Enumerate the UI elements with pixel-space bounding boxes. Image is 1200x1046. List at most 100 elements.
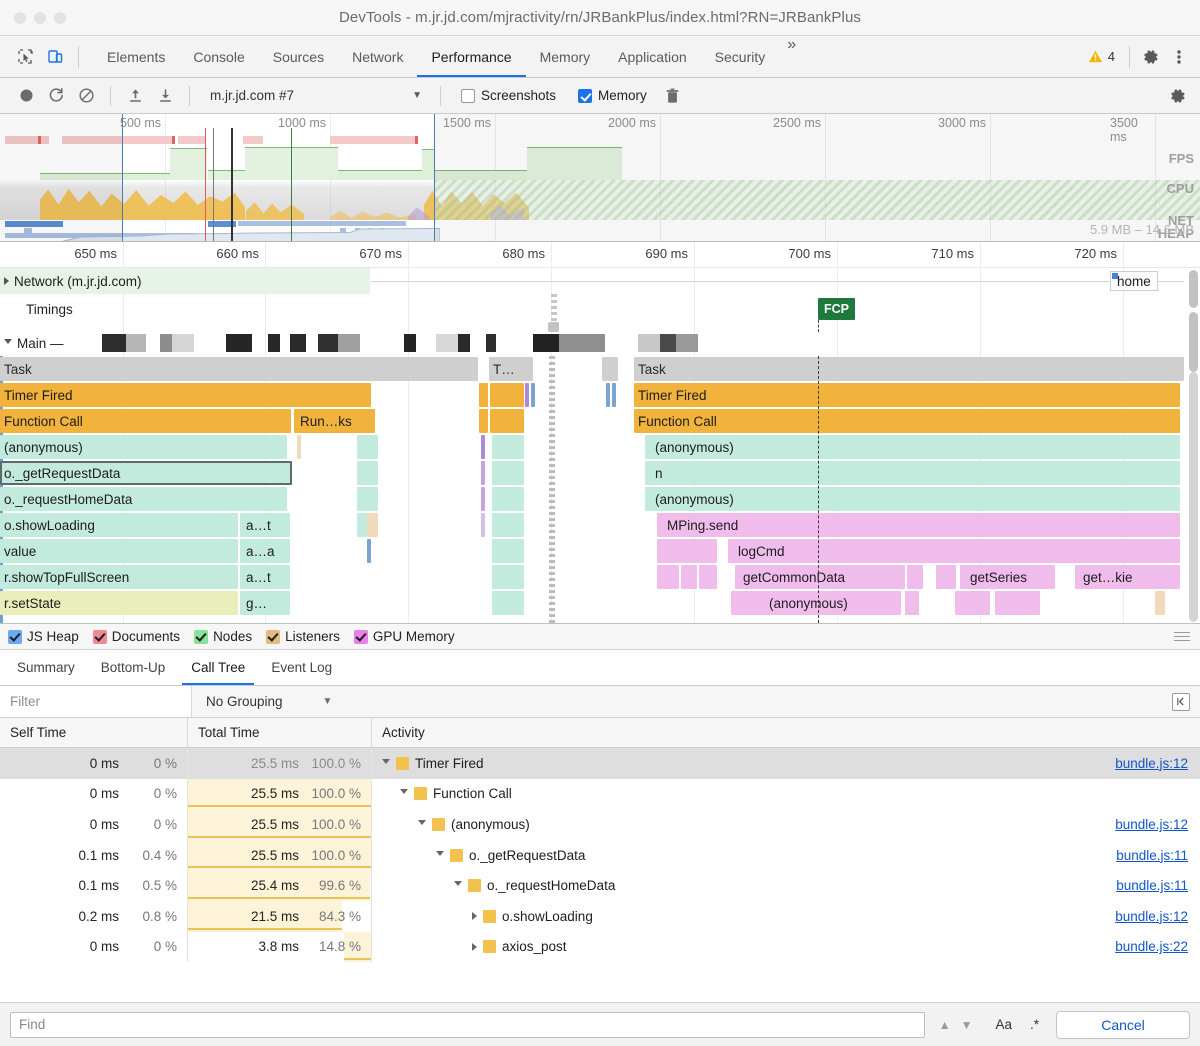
activity-cell[interactable]: axios_post — [372, 939, 567, 954]
flame-bar[interactable] — [490, 409, 524, 433]
flame-chart[interactable]: 650 ms 660 ms 670 ms 680 ms 690 ms 700 m… — [0, 242, 1200, 624]
tab-performance[interactable]: Performance — [417, 36, 526, 77]
flame-bar[interactable] — [612, 383, 616, 407]
flame-bar[interactable] — [492, 461, 524, 485]
flame-scrollbar-thumb[interactable] — [1189, 312, 1198, 372]
flame-bar[interactable] — [531, 383, 535, 407]
flame-bar[interactable]: getSeries — [960, 565, 1055, 589]
flame-bar[interactable] — [955, 591, 990, 615]
match-case-button[interactable]: Aa — [986, 1017, 1021, 1032]
tab-network[interactable]: Network — [338, 36, 417, 77]
grouping-selector[interactable]: No Grouping ▼ — [192, 694, 346, 709]
more-tabs-icon[interactable]: » — [779, 36, 804, 77]
flame-bar[interactable] — [481, 435, 485, 459]
memory-series-nodes[interactable]: Nodes — [194, 629, 252, 644]
upload-profile-icon[interactable] — [121, 83, 149, 109]
flame-bar[interactable] — [699, 565, 717, 589]
flame-bar[interactable]: T… — [489, 357, 533, 381]
flame-bar[interactable] — [657, 539, 717, 563]
timings-track[interactable]: Timings FCP — [0, 294, 1200, 332]
flame-bar[interactable]: (anonymous) — [731, 591, 901, 615]
column-header-total-time[interactable]: Total Time — [188, 718, 372, 747]
flame-bar[interactable] — [492, 591, 524, 615]
close-window-button[interactable] — [14, 11, 26, 24]
flame-bar[interactable]: a…t — [240, 565, 290, 589]
flame-bar[interactable]: (anonymous) — [645, 435, 1180, 459]
flame-bar[interactable]: g… — [240, 591, 290, 615]
flame-bar[interactable] — [492, 435, 524, 459]
cancel-button[interactable]: Cancel — [1056, 1010, 1190, 1039]
flame-bar[interactable] — [492, 487, 524, 511]
cursor-select-icon[interactable] — [12, 44, 38, 70]
flame-bar[interactable] — [602, 357, 618, 381]
expand-triangle-icon[interactable] — [472, 912, 477, 921]
source-link[interactable]: bundle.js:11 — [1116, 878, 1188, 893]
activity-cell[interactable]: Timer Fired — [372, 756, 484, 771]
flame-bar[interactable] — [357, 461, 378, 485]
expand-triangle-icon[interactable] — [472, 942, 477, 951]
flame-bar[interactable] — [907, 565, 923, 589]
source-link[interactable]: bundle.js:12 — [1115, 817, 1188, 832]
source-link[interactable]: bundle.js:12 — [1115, 909, 1188, 924]
table-row[interactable]: 0.1 ms 0.5 % 25.4 ms 99.6 % o._requestHo… — [0, 870, 1200, 901]
flame-bar[interactable]: Task — [0, 357, 478, 381]
minimize-window-button[interactable] — [34, 11, 46, 24]
tab-call-tree[interactable]: Call Tree — [178, 650, 258, 685]
flame-bar[interactable] — [1155, 591, 1165, 615]
flame-bar[interactable]: get…kie — [1075, 565, 1180, 589]
tab-memory[interactable]: Memory — [526, 36, 605, 77]
trash-icon[interactable] — [659, 83, 687, 109]
flame-bar[interactable] — [995, 591, 1040, 615]
tab-event-log[interactable]: Event Log — [258, 650, 345, 685]
collapse-sidebar-icon[interactable] — [1172, 692, 1190, 711]
flame-bar[interactable] — [357, 513, 367, 537]
tab-elements[interactable]: Elements — [93, 36, 179, 77]
flame-bar[interactable]: a…a — [240, 539, 290, 563]
source-link[interactable]: bundle.js:12 — [1115, 756, 1188, 771]
flame-bar[interactable]: r.setState — [0, 591, 238, 615]
chevron-down-icon[interactable]: ▼ — [961, 1018, 973, 1032]
chevron-up-icon[interactable]: ▲ — [939, 1018, 951, 1032]
filter-input[interactable] — [0, 686, 192, 717]
flame-bar[interactable] — [479, 383, 488, 407]
flame-bar[interactable]: (anonymous) — [0, 435, 287, 459]
flame-bar[interactable]: MPing.send — [657, 513, 1180, 537]
flame-bar[interactable]: Function Call — [0, 409, 291, 433]
flame-bar[interactable]: logCmd — [728, 539, 1180, 563]
table-row[interactable]: 0 ms 0 % 25.5 ms 100.0 % (anonymous) bun… — [0, 809, 1200, 840]
tab-application[interactable]: Application — [604, 36, 701, 77]
flame-bar[interactable]: a…t — [240, 513, 290, 537]
flame-bar[interactable] — [481, 461, 485, 485]
table-row[interactable]: 0 ms 0 % 25.5 ms 100.0 % Function Call — [0, 778, 1200, 810]
clear-prohibited-icon[interactable] — [72, 83, 100, 109]
activity-cell[interactable]: o._getRequestData — [372, 848, 585, 863]
warning-badge[interactable]: 4 — [1082, 49, 1121, 64]
tab-summary[interactable]: Summary — [4, 650, 88, 685]
flame-bar[interactable] — [492, 539, 524, 563]
flame-bar[interactable] — [367, 513, 378, 537]
flame-bar[interactable]: r.showTopFullScreen — [0, 565, 238, 589]
flame-bar[interactable] — [681, 565, 697, 589]
source-link[interactable]: bundle.js:22 — [1115, 939, 1188, 954]
flame-bar[interactable]: value — [0, 539, 238, 563]
activity-cell[interactable]: (anonymous) — [372, 817, 530, 832]
flame-bar[interactable] — [481, 487, 485, 511]
network-track[interactable]: Network (m.jr.jd.com) home — [0, 268, 1200, 296]
collapse-triangle-icon[interactable] — [418, 819, 426, 829]
record-circle-icon[interactable] — [12, 83, 40, 109]
flame-bar[interactable] — [936, 565, 956, 589]
collapse-triangle-icon[interactable] — [436, 850, 444, 860]
memory-series-gpu-memory[interactable]: GPU Memory — [353, 629, 455, 644]
flame-bar[interactable]: Function Call — [634, 409, 1180, 433]
find-input[interactable] — [10, 1011, 925, 1038]
call-tree-table[interactable]: Self Time Total Time Activity 0 ms 0 % 2… — [0, 718, 1200, 1002]
activity-cell[interactable]: Function Call — [372, 786, 512, 801]
download-profile-icon[interactable] — [151, 83, 179, 109]
table-row[interactable]: 0 ms 0 % 25.5 ms 100.0 % Timer Fired bun… — [0, 748, 1200, 779]
kebab-menu-icon[interactable] — [1166, 44, 1192, 70]
flame-stack[interactable]: Task T… Task Timer Fired Timer Fired Fun… — [0, 356, 1200, 623]
memory-series-documents[interactable]: Documents — [92, 629, 180, 644]
flame-bar[interactable] — [657, 565, 679, 589]
flame-bar[interactable]: Timer Fired — [634, 383, 1180, 407]
source-link[interactable]: bundle.js:11 — [1116, 848, 1188, 863]
